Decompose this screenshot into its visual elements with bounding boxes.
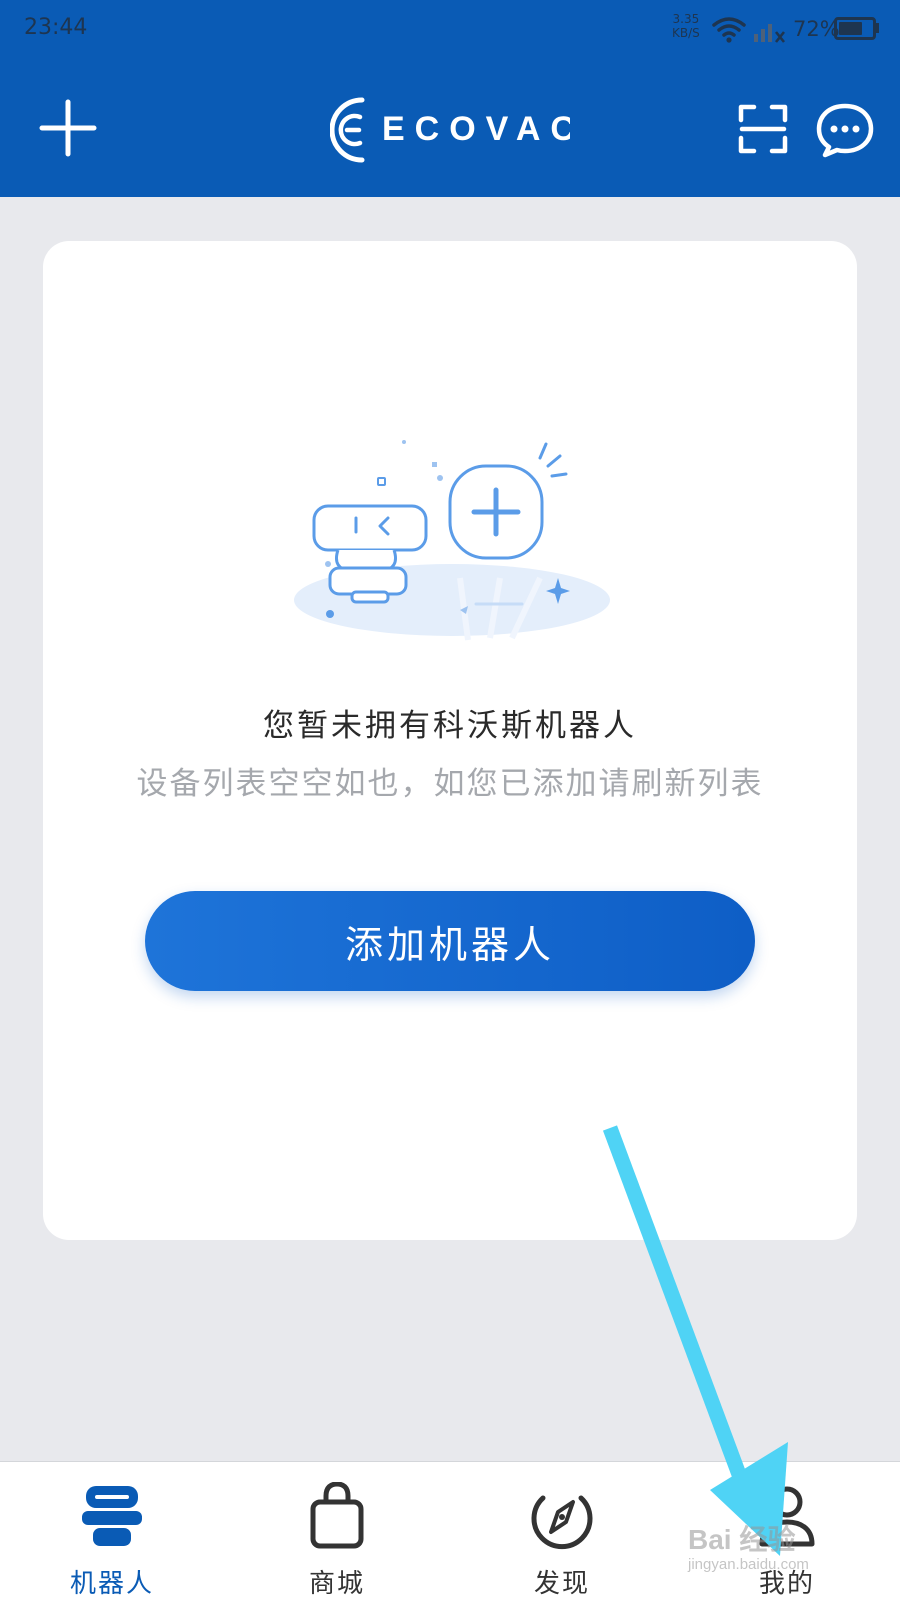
chat-bubble-icon[interactable] — [815, 102, 875, 158]
shopping-bag-icon — [310, 1482, 364, 1549]
robot-icon — [82, 1486, 142, 1546]
empty-robot-illustration — [294, 440, 610, 641]
network-speed: 3.35 KB/S — [672, 12, 700, 40]
compass-icon — [531, 1495, 593, 1549]
battery-percent: 72% — [793, 17, 840, 41]
wifi-icon — [712, 17, 746, 43]
battery-fill — [839, 22, 863, 35]
app-header: 23:44 3.35 KB/S 72% ECOVACS — [0, 0, 900, 197]
tab-store[interactable]: 商城 — [262, 1462, 412, 1601]
empty-state-title: 您暂未拥有科沃斯机器人 — [263, 708, 637, 744]
ecovacs-logo-mark: ECOVACS — [329, 97, 608, 163]
battery-icon — [834, 17, 876, 40]
battery-tip — [876, 23, 879, 33]
svg-text:ECOVACS: ECOVACS — [382, 110, 570, 148]
status-bar: 23:44 3.35 KB/S 72% — [0, 0, 900, 62]
status-time: 23:44 — [24, 15, 88, 40]
tab-label-robot: 机器人 — [69, 1569, 154, 1599]
ecovacs-logo: ECOVACS — [329, 94, 608, 164]
annotation-arrow — [602, 1125, 788, 1556]
baidu-watermark: Bai 经验 jingyan.baidu.com — [688, 1524, 809, 1573]
plus-icon[interactable] — [38, 98, 98, 158]
tab-robot[interactable]: 机器人 — [37, 1462, 187, 1601]
signal-icon — [754, 24, 786, 43]
empty-state-subtitle: 设备列表空空如也，如您已添加请刷新列表 — [136, 766, 764, 802]
scan-icon[interactable] — [738, 104, 788, 154]
add-robot-button[interactable]: 添加机器人 — [145, 891, 755, 991]
tab-label-store: 商城 — [308, 1569, 365, 1599]
